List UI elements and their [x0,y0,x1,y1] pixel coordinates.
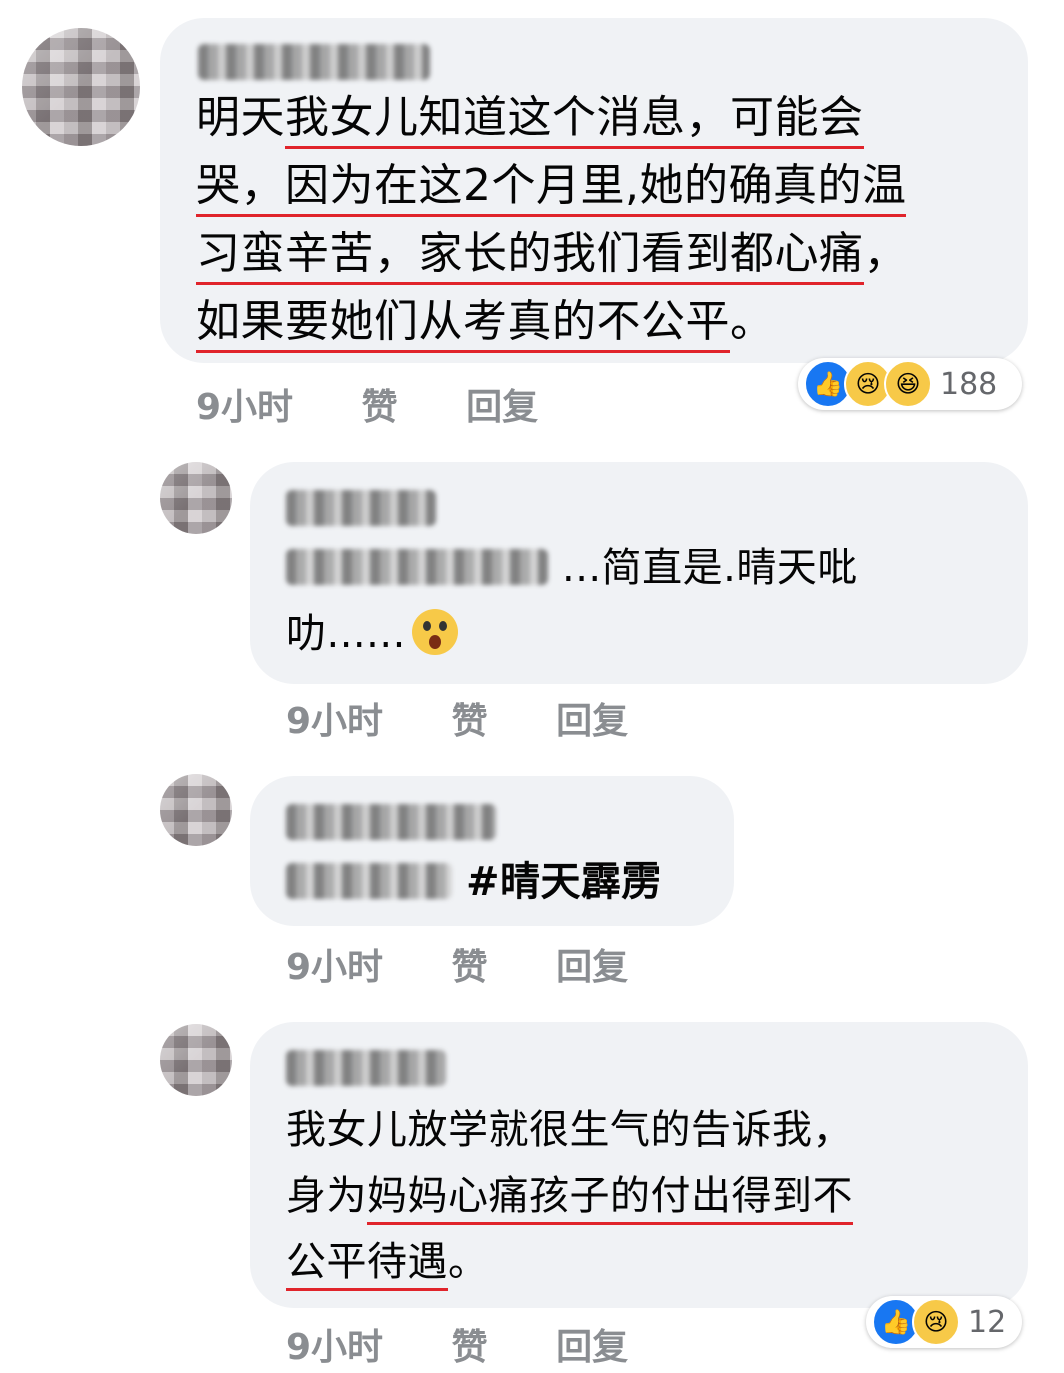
mentioned-name-blurred[interactable] [286,549,548,585]
reply-button[interactable]: 回复 [556,692,628,744]
commenter-avatar[interactable] [160,774,232,846]
comment-line-2: 身为妈妈心痛孩子的付出得到不 [286,1168,853,1225]
comment-bubble: 明天我女儿知道这个消息，可能会 哭，因为在这2个月里,她的确真的温 习蛮辛苦，家… [160,18,1028,363]
comment-bubble: #晴天霹雳 [250,776,734,926]
comment-line-2: 叻...... [286,606,458,662]
comment-meta: 9小时 赞 回复 [286,938,628,990]
comment-bubble: 我女儿放学就很生气的告诉我， 身为妈妈心痛孩子的付出得到不 公平待遇。 [250,1022,1028,1308]
comment-line-1: ...简直是.晴天吡 [286,540,858,596]
like-button[interactable]: 赞 [452,1318,488,1370]
commenter-name-blurred[interactable] [286,804,496,840]
reaction-count: 12 [968,1304,1007,1340]
comment-bubble: ...简直是.晴天吡 叻...... [250,462,1028,684]
haha-icon: 😆 [884,360,932,408]
reaction-count: 188 [940,366,998,402]
comment-meta: 9小时 赞 回复 [286,1318,628,1370]
commenter-avatar[interactable] [160,1024,232,1096]
like-button[interactable]: 赞 [362,378,398,430]
commenter-name-blurred[interactable] [286,1050,446,1086]
comment-meta: 9小时 赞 回复 [196,378,538,430]
commenter-avatar[interactable] [160,462,232,534]
commenter-name-blurred[interactable] [286,490,436,526]
comment-time: 9小时 [286,701,384,742]
comment-line-2: 哭，因为在这2个月里,她的确真的温 [196,156,907,217]
commenter-name-blurred[interactable] [198,44,430,80]
comment-time: 9小时 [196,387,294,428]
comment-line-1: 明天我女儿知道这个消息，可能会 [196,88,864,149]
reply-button[interactable]: 回复 [466,378,538,430]
comment-line-1: #晴天霹雳 [286,854,662,910]
reply-button[interactable]: 回复 [556,1318,628,1370]
like-button[interactable]: 赞 [452,938,488,990]
comment-line-3: 公平待遇。 [286,1234,489,1291]
commenter-avatar[interactable] [22,28,140,146]
reactions-summary[interactable]: 👍 😢 12 [866,1296,1022,1348]
comment-line-1: 我女儿放学就很生气的告诉我， [286,1107,853,1153]
comment-time: 9小时 [286,1327,384,1368]
comment-line-3: 习蛮辛苦，家长的我们看到都心痛， [196,224,908,285]
reply-button[interactable]: 回复 [556,938,628,990]
mentioned-name-blurred[interactable] [286,863,452,899]
comment-time: 9小时 [286,947,384,988]
sad-icon: 😢 [912,1298,960,1346]
comment-meta: 9小时 赞 回复 [286,692,628,744]
like-button[interactable]: 赞 [452,692,488,744]
comment-line-4: 如果要她们从考真的不公平。 [196,292,775,353]
reactions-summary[interactable]: 👍 😢 😆 188 [798,358,1022,410]
hashtag-link[interactable]: #晴天霹雳 [466,859,662,905]
wow-icon [411,609,458,655]
